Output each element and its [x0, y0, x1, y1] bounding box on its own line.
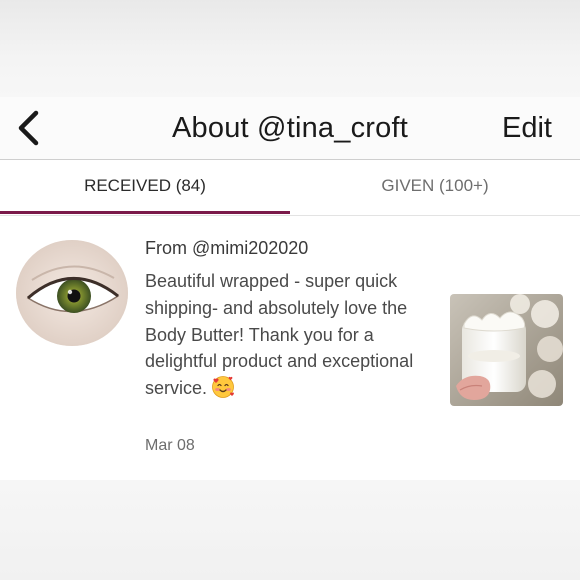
smiling-face-with-hearts-icon — [211, 375, 235, 399]
tab-received[interactable]: RECEIVED (84) — [0, 160, 290, 215]
header-bar: About @tina_croft Edit — [0, 97, 580, 160]
review-date: Mar 08 — [145, 437, 195, 454]
eye-avatar-icon — [16, 240, 128, 346]
bottom-blank-area — [0, 480, 580, 580]
review-text: Beautiful wrapped - super quick shipping… — [145, 271, 414, 399]
review-list: From @mimi202020 Beautiful wrapped - sup… — [0, 216, 580, 480]
body-butter-jar-photo-icon — [450, 294, 563, 406]
review-body: Beautiful wrapped - super quick shipping… — [145, 268, 435, 402]
review-photo[interactable] — [450, 294, 563, 406]
tab-given[interactable]: GIVEN (100+) — [290, 160, 580, 215]
top-blank-area — [0, 0, 580, 97]
page-title: About @tina_croft — [172, 112, 408, 144]
tab-bar: RECEIVED (84) GIVEN (100+) — [0, 160, 580, 216]
edit-button[interactable]: Edit — [502, 97, 552, 159]
review-author[interactable]: From @mimi202020 — [145, 238, 308, 259]
active-tab-indicator — [0, 211, 290, 214]
avatar[interactable] — [16, 240, 128, 346]
